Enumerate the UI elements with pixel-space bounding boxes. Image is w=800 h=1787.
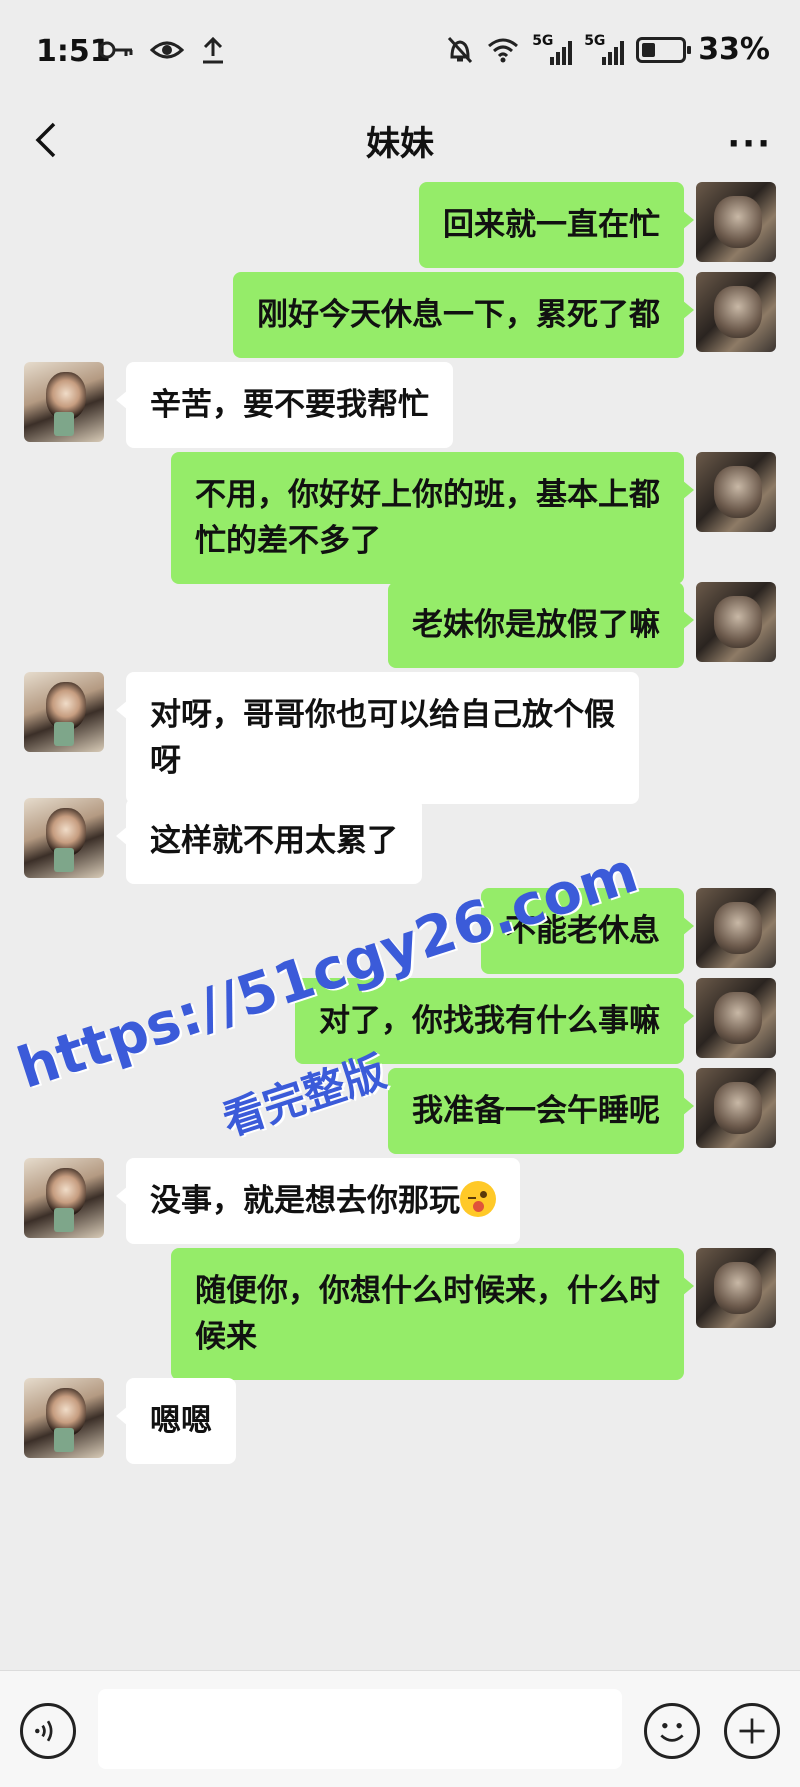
- message-text: 我准备一会午睡呢: [412, 1093, 660, 1129]
- sent-message-bubble[interactable]: 我准备一会午睡呢: [388, 1068, 694, 1154]
- status-bar: 1:51 5G 5G 33%: [0, 0, 800, 104]
- contact-avatar[interactable]: [24, 798, 104, 878]
- sent-message-bubble[interactable]: 对了，你找我有什么事嘛: [295, 978, 694, 1064]
- my-avatar[interactable]: [696, 272, 776, 352]
- contact-avatar[interactable]: [24, 362, 104, 442]
- received-message-bubble[interactable]: 辛苦，要不要我帮忙: [116, 362, 453, 448]
- battery-percentage: 33%: [698, 32, 770, 67]
- my-avatar[interactable]: [696, 978, 776, 1058]
- message-text: 辛苦，要不要我帮忙: [150, 387, 429, 423]
- message-text: 嗯嗯: [150, 1403, 212, 1439]
- contact-avatar[interactable]: [24, 1378, 104, 1458]
- received-message-bubble[interactable]: 嗯嗯: [116, 1378, 236, 1464]
- mute-icon: [448, 36, 473, 63]
- message-text: 刚好今天休息一下，累死了都: [257, 297, 660, 333]
- input-bar: [0, 1670, 800, 1787]
- signal-icon-2: 5G: [584, 33, 625, 65]
- more-options-icon[interactable]: ···: [727, 124, 772, 164]
- message-text: 回来就一直在忙: [443, 207, 660, 243]
- emoji-icon[interactable]: [644, 1703, 700, 1759]
- sent-message-bubble[interactable]: 刚好今天休息一下，累死了都: [233, 272, 694, 358]
- sent-message-bubble[interactable]: 老妹你是放假了嘛: [388, 582, 694, 668]
- contact-avatar[interactable]: [24, 1158, 104, 1238]
- received-message-bubble[interactable]: 这样就不用太累了: [116, 798, 422, 884]
- winking-tongue-emoji: [460, 1181, 496, 1217]
- wifi-icon: [488, 38, 519, 62]
- voice-icon[interactable]: [20, 1703, 76, 1759]
- status-right-icons: 5G 5G 33%: [446, 32, 770, 67]
- sent-message-bubble[interactable]: 随便你，你想什么时候来，什么时 候来: [171, 1248, 694, 1380]
- sent-message-bubble[interactable]: 不能老休息: [481, 888, 694, 974]
- message-text: 这样就不用太累了: [150, 823, 398, 859]
- my-avatar[interactable]: [696, 1068, 776, 1148]
- chat-header: 妹妹 ···: [0, 104, 800, 180]
- contact-avatar[interactable]: [24, 672, 104, 752]
- message-input[interactable]: [98, 1689, 622, 1769]
- my-avatar[interactable]: [696, 888, 776, 968]
- key-icon: [98, 41, 133, 59]
- eye-icon: [150, 41, 184, 59]
- message-text: 老妹你是放假了嘛: [412, 607, 660, 643]
- received-message-bubble[interactable]: 没事，就是想去你那玩: [116, 1158, 520, 1244]
- sent-message-bubble[interactable]: 不用，你好好上你的班，基本上都 忙的差不多了: [171, 452, 694, 584]
- message-text: 随便你，你想什么时候来，什么时: [195, 1273, 660, 1309]
- message-text: 忙的差不多了: [195, 523, 381, 559]
- my-avatar[interactable]: [696, 452, 776, 532]
- chat-title: 妹妹: [366, 124, 434, 164]
- my-avatar[interactable]: [696, 182, 776, 262]
- message-list[interactable]: 回来就一直在忙刚好今天休息一下，累死了都辛苦，要不要我帮忙不用，你好好上你的班，…: [0, 180, 800, 1670]
- message-text: 对呀，哥哥你也可以给自己放个假: [150, 697, 615, 733]
- plus-icon[interactable]: [724, 1703, 780, 1759]
- signal-icon: 5G: [532, 33, 573, 65]
- battery-icon: [636, 36, 692, 63]
- message-text: 没事，就是想去你那玩: [150, 1183, 460, 1219]
- upload-icon: [203, 36, 223, 64]
- my-avatar[interactable]: [696, 1248, 776, 1328]
- message-text: 不能老休息: [505, 913, 660, 949]
- message-text: 候来: [195, 1319, 257, 1355]
- message-text: 不用，你好好上你的班，基本上都: [195, 477, 660, 513]
- message-text: 对了，你找我有什么事嘛: [319, 1003, 660, 1039]
- message-text: 呀: [150, 743, 181, 779]
- sent-message-bubble[interactable]: 回来就一直在忙: [419, 182, 694, 268]
- status-left-icons: [98, 36, 226, 64]
- received-message-bubble[interactable]: 对呀，哥哥你也可以给自己放个假呀: [116, 672, 639, 804]
- my-avatar[interactable]: [696, 582, 776, 662]
